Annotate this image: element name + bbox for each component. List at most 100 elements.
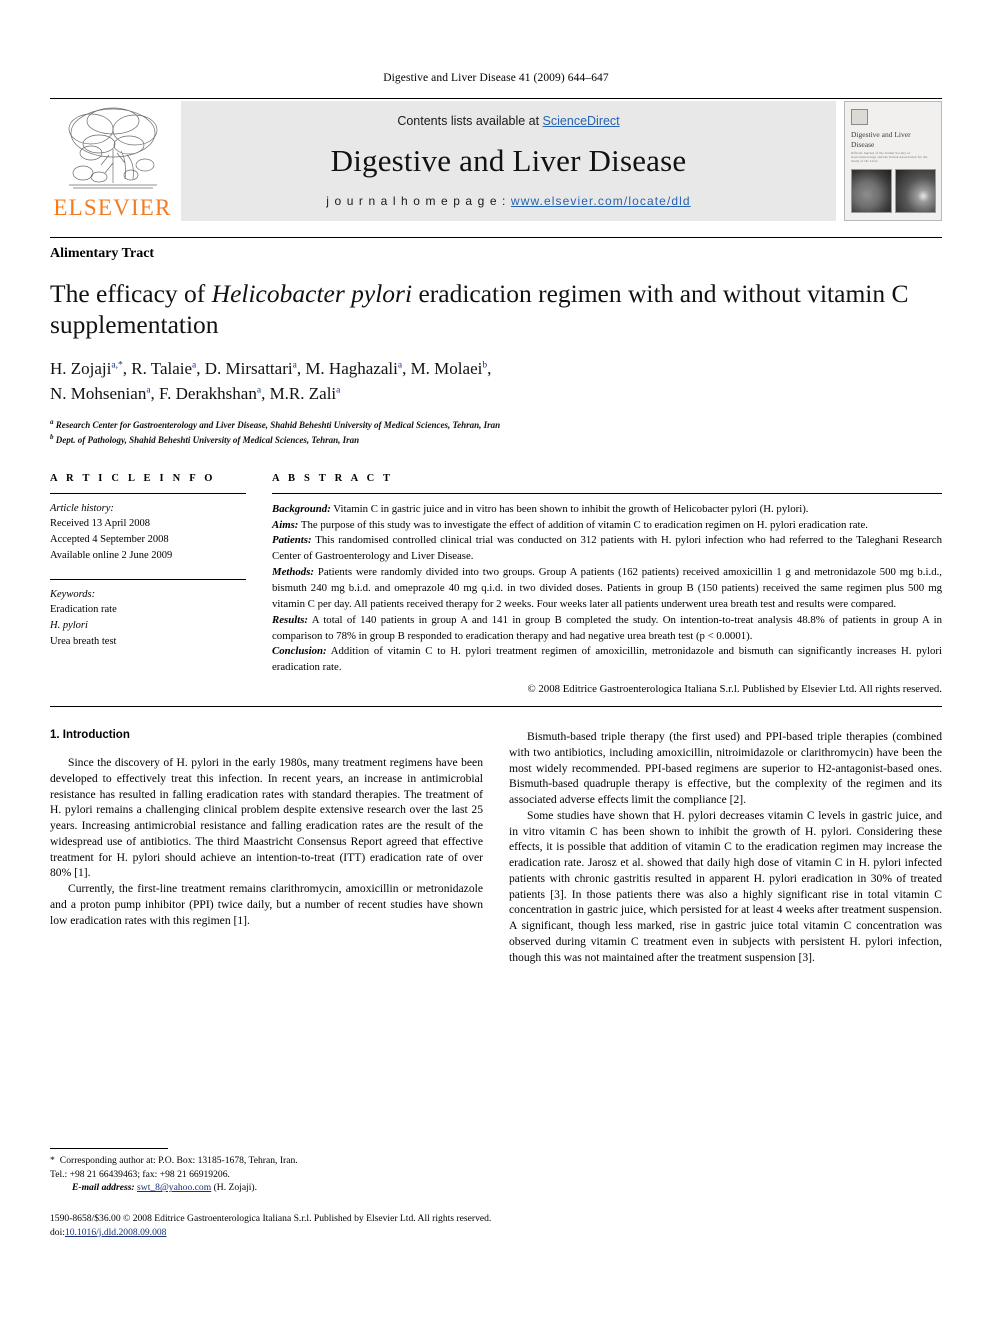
- journal-homepage-link[interactable]: www.elsevier.com/locate/dld: [511, 194, 691, 208]
- affiliation-a-text: Research Center for Gastroenterology and…: [55, 419, 501, 430]
- homepage-prefix: j o u r n a l h o m e p a g e :: [326, 194, 511, 208]
- abstract-methods-label: Methods:: [272, 566, 314, 579]
- cover-scan-image-left: [851, 169, 892, 213]
- abstract-methods-text: Patients were randomly divided into two …: [272, 566, 942, 610]
- cover-scan-image-right: [895, 169, 936, 213]
- abstract-aims-text: The purpose of this study was to investi…: [298, 518, 868, 531]
- title-part-1: The efficacy of: [50, 279, 212, 308]
- footnote-corresponding: * Corresponding author at: P.O. Box: 1318…: [50, 1154, 483, 1168]
- page-title: The efficacy of Helicobacter pylori erad…: [50, 278, 942, 340]
- abstract-methods: Methods: Patients were randomly divided …: [272, 565, 942, 613]
- contents-prefix: Contents lists available at: [397, 114, 543, 128]
- body-column-right: Bismuth-based triple therapy (the first …: [509, 729, 942, 965]
- abstract-patients-label: Patients:: [272, 534, 312, 547]
- article-head-rule: [50, 237, 942, 238]
- body-column-left: 1. Introduction Since the discovery of H…: [50, 729, 483, 965]
- footnote-email-owner: (H. Zojaji).: [211, 1182, 257, 1194]
- article-info-heading: A R T I C L E I N F O: [50, 472, 216, 484]
- journal-section-label: Alimentary Tract: [50, 246, 155, 261]
- footnote-star-marker: *: [50, 1155, 55, 1166]
- author-list: H. Zojajia,*, R. Talaiea, D. Mirsattaria…: [50, 359, 492, 403]
- abstract-conclusion: Conclusion: Addition of vitamin C to H. …: [272, 644, 942, 676]
- article-info-column: A R T I C L E I N F O Article history: R…: [50, 473, 246, 698]
- doi-label: doi:: [50, 1226, 65, 1238]
- corresponding-author-footnote: * Corresponding author at: P.O. Box: 1318…: [50, 1148, 483, 1195]
- footnote-email-line: E-mail address: swt_8@yahoo.com (H. Zoja…: [50, 1181, 483, 1195]
- accepted-date: Accepted 4 September 2008: [50, 534, 169, 546]
- title-species-name: Helicobacter pylori: [211, 279, 413, 308]
- author-affil-marker: a,*: [111, 360, 123, 371]
- keyword-item: H. pylori: [50, 620, 88, 632]
- cover-title: Digestive and Liver Disease: [851, 130, 911, 149]
- journal-title: Digestive and Liver Disease: [330, 143, 687, 178]
- footnote-rule: [50, 1148, 168, 1149]
- affiliations: a Research Center for Gastroenterology a…: [50, 417, 942, 447]
- abstract-results: Results: A total of 140 patients in grou…: [272, 613, 942, 645]
- article-history: Article history: Received 13 April 2008 …: [50, 494, 246, 564]
- abstract-heading: A B S T R A C T: [272, 472, 394, 484]
- article-page: Digestive and Liver Disease 41 (2009) 64…: [0, 0, 992, 1323]
- sciencedirect-link[interactable]: ScienceDirect: [543, 114, 620, 128]
- cover-subtitle: Official Journal of the Italian Society …: [851, 151, 928, 163]
- email-link[interactable]: swt_8@yahoo.com: [137, 1182, 211, 1193]
- running-head: Digestive and Liver Disease 41 (2009) 64…: [383, 72, 609, 84]
- abstract-background-label: Background:: [272, 502, 331, 515]
- doi-line: doi:10.1016/j.dld.2008.09.008: [50, 1226, 942, 1240]
- page-footer: 1590-8658/$36.00 © 2008 Editrice Gastroe…: [50, 1212, 942, 1240]
- elsevier-logo[interactable]: ELSEVIER: [50, 101, 175, 221]
- author-affil-marker: a: [256, 385, 262, 396]
- abstract-bottom-rule: [50, 705, 942, 707]
- author-affil-marker: b: [482, 360, 488, 371]
- affil-marker-a: a: [50, 417, 54, 426]
- journal-homepage-line: j o u r n a l h o m e p a g e : www.else…: [326, 194, 690, 208]
- abstract-text: Background: Vitamin C in gastric juice a…: [272, 494, 942, 698]
- intro-paragraph-1: Since the discovery of H. pylori in the …: [50, 755, 483, 880]
- abstract-column: A B S T R A C T Background: Vitamin C in…: [272, 473, 942, 698]
- keyword-item: Eradication rate: [50, 604, 117, 616]
- footnote-tel-fax: Tel.: +98 21 66439463; fax: +98 21 66919…: [50, 1168, 230, 1180]
- author-affil-marker: a: [292, 360, 297, 371]
- footnote-email-label: E-mail address:: [72, 1182, 135, 1194]
- affiliation-b: b Dept. of Pathology, Shahid Beheshti Un…: [50, 432, 942, 447]
- elsevier-tree-icon: [68, 107, 157, 189]
- cover-images: [851, 169, 936, 213]
- keywords-block: Keywords: Eradication rate H. pylori Ure…: [50, 580, 246, 650]
- abstract-patients-text: This randomised controlled clinical tria…: [272, 534, 942, 563]
- author-affil-marker: a: [192, 360, 197, 371]
- abstract-results-text: A total of 140 patients in group A and 1…: [272, 613, 942, 642]
- available-online-date: Available online 2 June 2009: [50, 549, 173, 561]
- journal-masthead: ELSEVIER Contents lists available at Sci…: [50, 101, 942, 221]
- body-columns: 1. Introduction Since the discovery of H…: [50, 729, 942, 965]
- author-affil-marker: a: [397, 360, 403, 371]
- abstract-aims-label: Aims:: [272, 518, 299, 531]
- journal-cover-thumbnail[interactable]: Digestive and Liver Disease Official Jou…: [844, 101, 942, 221]
- affiliation-b-text: Dept. of Pathology, Shahid Beheshti Univ…: [55, 434, 360, 445]
- affiliation-a: a Research Center for Gastroenterology a…: [50, 417, 942, 432]
- abstract-patients: Patients: This randomised controlled cli…: [272, 533, 942, 565]
- contents-available-line: Contents lists available at ScienceDirec…: [397, 114, 619, 128]
- intro-paragraph-3: Bismuth-based triple therapy (the first …: [509, 729, 942, 807]
- keyword-item: Urea breath test: [50, 635, 117, 647]
- abstract-block: A R T I C L E I N F O Article history: R…: [50, 473, 942, 698]
- abstract-results-label: Results:: [272, 613, 308, 626]
- abstract-conclusion-text: Addition of vitamin C to H. pylori treat…: [272, 645, 942, 674]
- footnote-corresponding-text: Corresponding author at: P.O. Box: 13185…: [59, 1155, 298, 1166]
- keywords-label: Keywords:: [50, 588, 96, 600]
- abstract-aims: Aims: The purpose of this study was to i…: [272, 518, 942, 534]
- masthead-center: Contents lists available at ScienceDirec…: [181, 101, 836, 221]
- elsevier-badge-icon: [851, 109, 868, 126]
- masthead-top-rule: [50, 98, 942, 99]
- introduction-heading: 1. Introduction: [50, 728, 130, 741]
- abstract-conclusion-label: Conclusion:: [272, 645, 327, 658]
- article-history-label: Article history:: [50, 502, 114, 514]
- doi-link[interactable]: 10.1016/j.dld.2008.09.008: [65, 1227, 167, 1238]
- abstract-background-text: Vitamin C in gastric juice and in vitro …: [330, 502, 809, 515]
- affil-marker-b: b: [50, 432, 54, 441]
- issn-copyright-line: 1590-8658/$36.00 © 2008 Editrice Gastroe…: [50, 1213, 492, 1224]
- elsevier-wordmark: ELSEVIER: [53, 195, 172, 220]
- intro-paragraph-2: Currently, the first-line treatment rema…: [50, 882, 483, 927]
- abstract-background: Background: Vitamin C in gastric juice a…: [272, 502, 942, 518]
- abstract-copyright: © 2008 Editrice Gastroenterologica Itali…: [527, 683, 943, 696]
- author-affil-marker: a: [146, 385, 151, 396]
